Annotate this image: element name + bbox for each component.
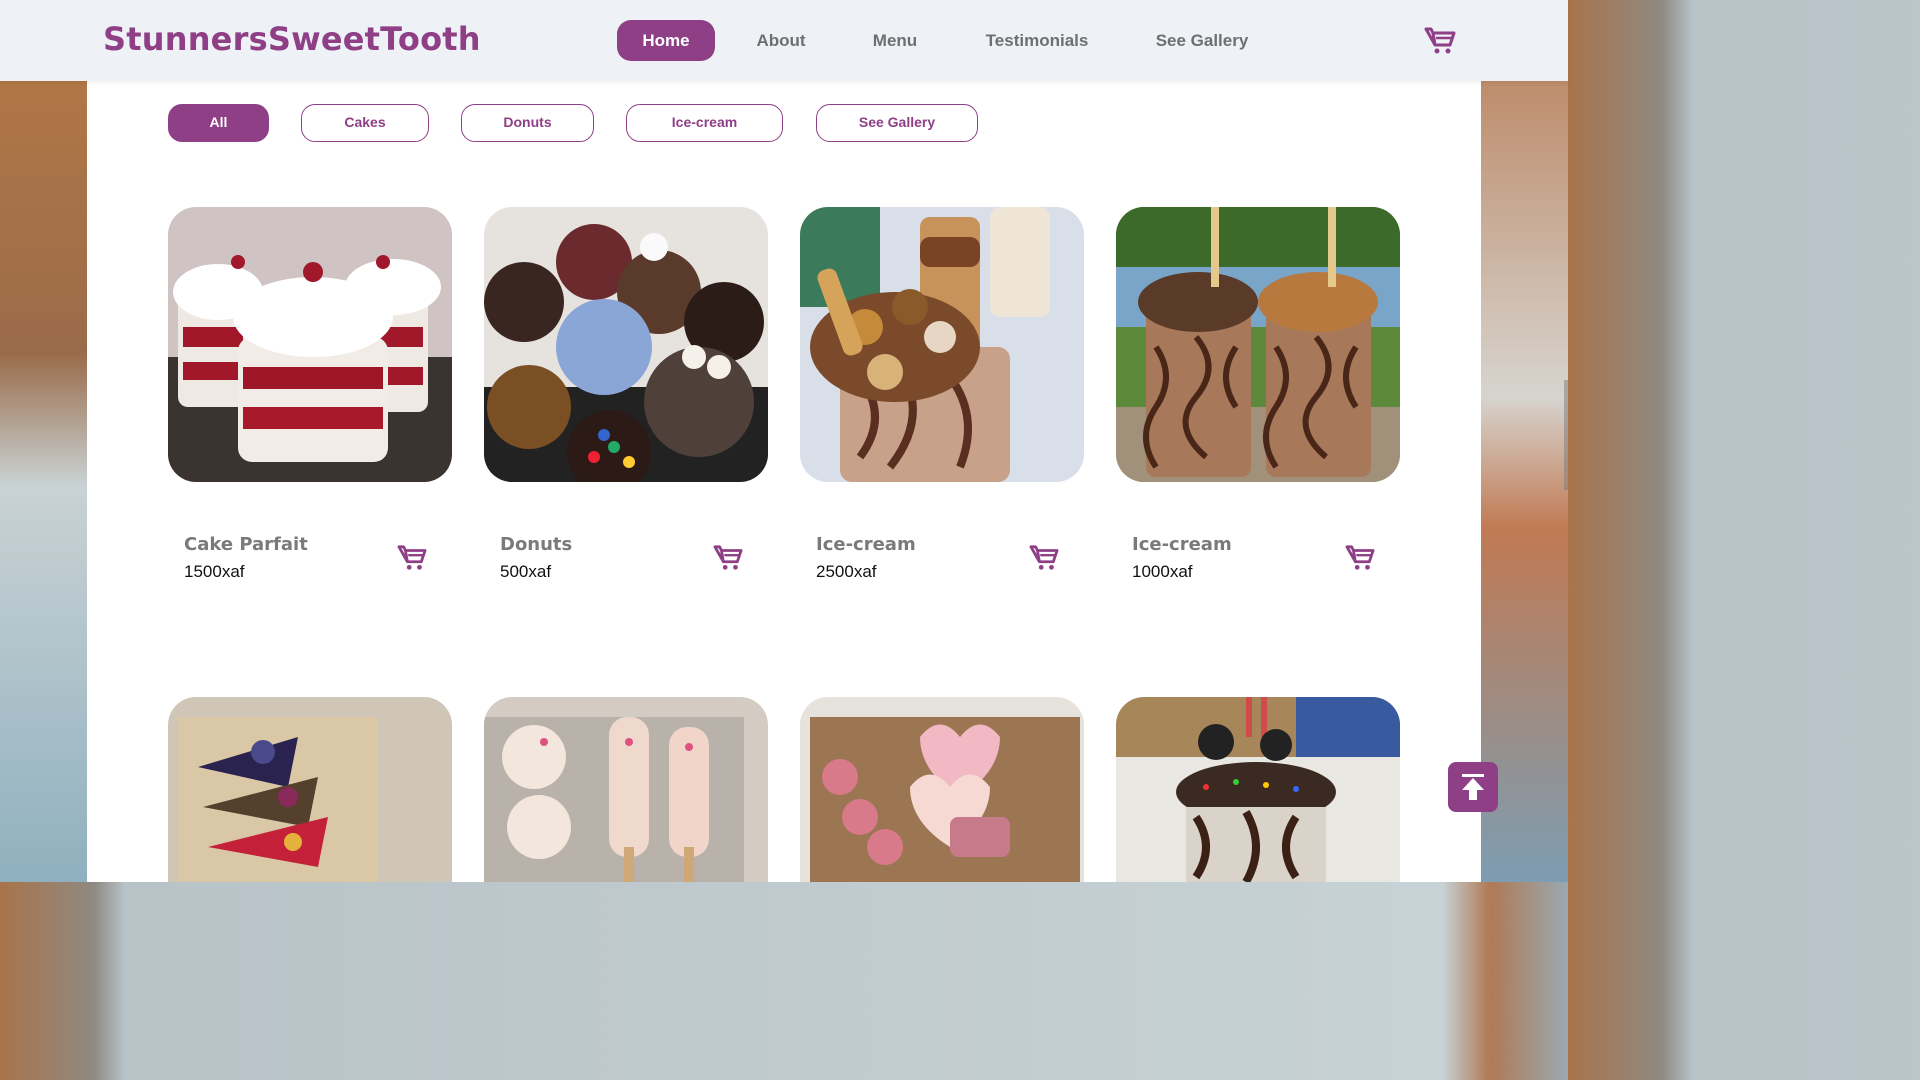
add-to-cart-icon[interactable] bbox=[1345, 544, 1375, 572]
product-price: 1000xaf bbox=[1132, 562, 1193, 581]
product-price: 1500xaf bbox=[184, 562, 245, 581]
nav-home[interactable]: Home bbox=[617, 20, 715, 61]
arrow-up-to-line-icon bbox=[1462, 774, 1484, 800]
product-name: Ice-cream bbox=[1132, 534, 1232, 555]
filter-cakes[interactable]: Cakes bbox=[301, 104, 429, 142]
product-image-donuts[interactable] bbox=[484, 207, 768, 482]
nav-about[interactable]: About bbox=[741, 20, 821, 61]
product-name: Donuts bbox=[500, 534, 573, 555]
product-image-cheesecake[interactable] bbox=[168, 697, 452, 882]
nav-menu[interactable]: Menu bbox=[858, 20, 932, 61]
filter-donuts[interactable]: Donuts bbox=[461, 104, 594, 142]
brand-logo[interactable]: StunnersSweetTooth bbox=[103, 20, 481, 58]
add-to-cart-icon[interactable] bbox=[1029, 544, 1059, 572]
background-right bbox=[1480, 0, 1568, 882]
product-image-heart-cookies[interactable] bbox=[800, 697, 1084, 882]
product-name: Ice-cream bbox=[816, 534, 916, 555]
site-header: StunnersSweetTooth Home About Menu Testi… bbox=[0, 0, 1568, 81]
cart-icon[interactable] bbox=[1424, 26, 1456, 56]
product-name: Cake Parfait bbox=[184, 534, 308, 555]
product-price: 500xaf bbox=[500, 562, 552, 581]
nav-see-gallery[interactable]: See Gallery bbox=[1142, 20, 1262, 61]
product-price: 2500xaf bbox=[816, 562, 877, 581]
add-to-cart-icon[interactable] bbox=[397, 544, 427, 572]
product-image-cake-parfait[interactable] bbox=[168, 207, 452, 482]
filter-see-gallery[interactable]: See Gallery bbox=[816, 104, 978, 142]
product-image-milkshake[interactable] bbox=[800, 207, 1084, 482]
background-left bbox=[0, 0, 88, 882]
filter-all[interactable]: All bbox=[168, 104, 269, 142]
add-to-cart-icon[interactable] bbox=[713, 544, 743, 572]
product-image-cakesicles[interactable] bbox=[484, 697, 768, 882]
filter-ice-cream[interactable]: Ice-cream bbox=[626, 104, 783, 142]
scroll-to-top-button[interactable] bbox=[1448, 762, 1498, 812]
product-image-oreo-shake[interactable] bbox=[1116, 697, 1400, 882]
nav-testimonials[interactable]: Testimonials bbox=[972, 20, 1102, 61]
product-image-frappe[interactable] bbox=[1116, 207, 1400, 482]
page-scrollbar[interactable] bbox=[1564, 380, 1568, 490]
